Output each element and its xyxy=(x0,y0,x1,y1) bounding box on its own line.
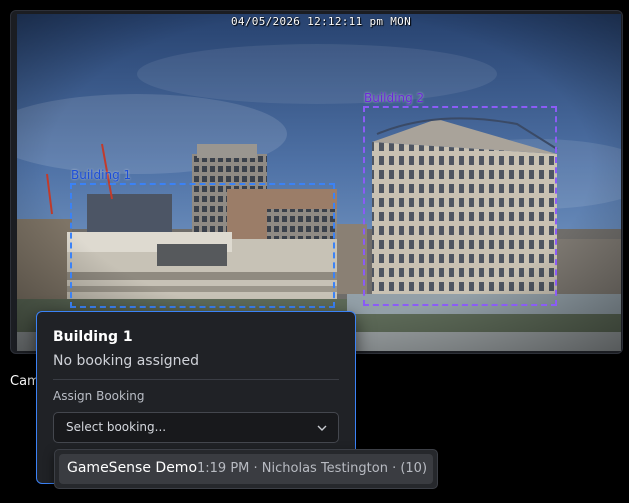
booking-select-placeholder: Select booking... xyxy=(66,420,167,434)
zone-box-building-2[interactable] xyxy=(363,106,557,306)
booking-option-meta: 1:19 PM · Nicholas Testington · (10) xyxy=(197,461,428,476)
popover-title: Building 1 xyxy=(53,329,133,345)
camera-feed[interactable]: 04/05/2026 12:12:11 pm MON Building 1 Bu… xyxy=(17,14,621,351)
zone-label-building-1: Building 1 xyxy=(71,168,132,182)
popover-divider xyxy=(53,379,339,380)
booking-dropdown: GameSense Demo 1:19 PM · Nicholas Testin… xyxy=(54,449,438,489)
zone-box-building-1[interactable] xyxy=(70,183,335,308)
zone-label-building-2: Building 2 xyxy=(364,91,425,105)
booking-option-name: GameSense Demo xyxy=(67,460,198,476)
assign-booking-label: Assign Booking xyxy=(53,389,145,403)
chevron-down-icon xyxy=(317,425,327,431)
booking-select[interactable]: Select booking... xyxy=(53,412,339,443)
camera-frame: 04/05/2026 12:12:11 pm MON Building 1 Bu… xyxy=(10,10,623,354)
booking-status: No booking assigned xyxy=(53,353,200,369)
booking-option[interactable]: GameSense Demo 1:19 PM · Nicholas Testin… xyxy=(59,454,433,484)
camera-timestamp: 04/05/2026 12:12:11 pm MON xyxy=(231,15,411,28)
